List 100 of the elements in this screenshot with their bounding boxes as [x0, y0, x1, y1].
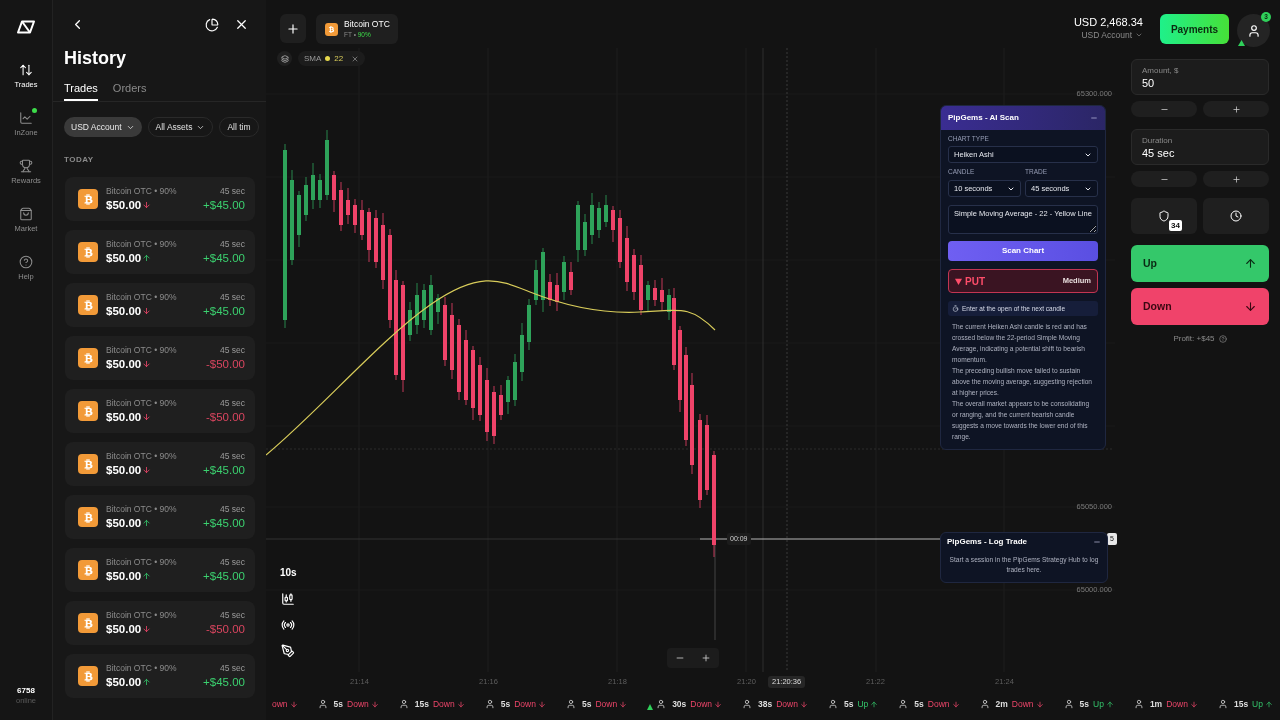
up-down-arrows-icon [19, 63, 33, 77]
trade-card[interactable]: Bitcoin OTC • 90% $50.00 45 sec +$45.00 [65, 442, 255, 486]
amount-field[interactable]: Amount, $ 50 [1131, 59, 1269, 95]
trade-duration: 5s [1079, 697, 1089, 711]
trade-duration: 5s [843, 697, 854, 711]
trade-duration: 45 sec [219, 239, 245, 250]
trade-amount: $50.00 [106, 304, 142, 318]
trade-result: -$50.00 [206, 622, 245, 636]
trade-result: +$45.00 [203, 304, 245, 318]
statistics-button[interactable] [205, 17, 219, 32]
trade-direction: Down [595, 697, 618, 711]
trade-duration: 2m [995, 697, 1008, 711]
protection-button[interactable]: 34 [1131, 198, 1197, 234]
trade-result: +$45.00 [203, 198, 245, 212]
trade-duration: 1m [1149, 697, 1163, 711]
trade-result: +$45.00 [203, 516, 245, 530]
user-icon [1246, 23, 1261, 38]
close-button[interactable] [234, 17, 249, 32]
trade-direction: Down [347, 697, 369, 711]
trade-direction: Up [857, 697, 869, 711]
tab[interactable]: Trades [64, 81, 98, 101]
trade-card[interactable]: Bitcoin OTC • 90% $50.00 45 sec +$45.00 [65, 283, 255, 327]
trade-asset: Bitcoin OTC • 90% [106, 610, 177, 621]
trade-duration: 5s [333, 697, 344, 711]
trade-duration: 45 sec [219, 292, 245, 303]
trade-amount: $50.00 [106, 357, 142, 371]
trade-duration: 45 sec [219, 398, 245, 409]
trade-asset: Bitcoin OTC • 90% [106, 292, 177, 303]
chevron-down-icon [1135, 31, 1143, 39]
filter-chip[interactable]: All Assets [147, 117, 214, 137]
trade-duration: 45 sec [219, 186, 245, 197]
up-button[interactable]: Up [1131, 245, 1269, 282]
trade-card[interactable]: Bitcoin OTC • 90% $50.00 45 sec -$50.00 [65, 336, 255, 380]
trade-result: -$50.00 [206, 410, 245, 424]
trade-direction: Up [1252, 697, 1263, 711]
add-chart-button[interactable] [280, 14, 306, 43]
trade-direction: Down [690, 697, 713, 711]
trade-asset: Bitcoin OTC • 90% [106, 663, 177, 674]
bitcoin-icon [78, 348, 98, 368]
field-label: Duration [1142, 134, 1174, 146]
duration-field[interactable]: Duration 45 sec [1131, 129, 1269, 165]
timer-button[interactable] [1203, 198, 1269, 234]
arrow-down-icon [370, 699, 379, 709]
trade-card[interactable]: Bitcoin OTC • 90% $50.00 45 sec +$45.00 [65, 548, 255, 592]
trade-duration: 30s [672, 697, 687, 711]
user-icon [979, 699, 990, 709]
bitcoin-icon [325, 22, 338, 36]
field-label: Amount, $ [1142, 64, 1180, 76]
trade-duration: 45 sec [219, 504, 245, 515]
filter-chip[interactable]: All tim [219, 117, 259, 137]
triangle-icon [1238, 40, 1245, 46]
trade-direction: Down [433, 697, 455, 711]
trade-result: +$45.00 [203, 251, 245, 265]
trade-amount: $50.00 [106, 675, 142, 689]
trade-card[interactable]: Bitcoin OTC • 90% $50.00 45 sec +$45.00 [65, 177, 255, 221]
logo-icon [16, 20, 36, 34]
payments-button[interactable]: Payments [1160, 14, 1229, 44]
arrow-down-icon [537, 699, 546, 709]
arrow-up-icon [1105, 699, 1114, 709]
trade-duration: 5s [500, 697, 511, 711]
pie-chart-icon [205, 17, 219, 32]
trade-asset: Bitcoin OTC • 90% [106, 186, 177, 197]
bitcoin-icon [78, 454, 98, 474]
trade-amount: $50.00 [106, 463, 142, 477]
plus-icon [286, 21, 300, 36]
arrow-down-icon [619, 699, 628, 709]
arrow-down-icon [1189, 699, 1198, 709]
account-balance: USD 2,468.34 [1073, 16, 1143, 29]
tab[interactable]: Orders [112, 81, 147, 101]
trade-result: +$45.00 [203, 463, 245, 477]
trade-card[interactable]: Bitcoin OTC • 90% $50.00 45 sec -$50.00 [65, 389, 255, 433]
trade-direction: Down [1166, 697, 1188, 711]
arrow-down-icon [799, 699, 808, 709]
trade-card[interactable]: Bitcoin OTC • 90% $50.00 45 sec +$45.00 [65, 654, 255, 698]
bitcoin-icon [78, 560, 98, 580]
profile-button[interactable] [1237, 14, 1270, 47]
trade-card[interactable]: Bitcoin OTC • 90% $50.00 45 sec +$45.00 [65, 230, 255, 274]
plus-icon [1231, 174, 1241, 184]
trade-result: -$50.00 [206, 357, 245, 371]
account-switcher[interactable]: USD Account [1081, 29, 1143, 41]
user-icon [742, 699, 753, 709]
field-value: 45 sec [1142, 145, 1176, 160]
trade-amount: $50.00 [106, 516, 142, 530]
profit-text: Profit: +$45 [1173, 333, 1215, 345]
clock-icon [1230, 210, 1242, 222]
trade-card[interactable]: Bitcoin OTC • 90% $50.00 45 sec +$45.00 [65, 495, 255, 539]
arrow-down-icon [1244, 300, 1257, 313]
trade-duration: 45 sec [219, 345, 245, 356]
trade-duration: 45 sec [219, 663, 245, 674]
arrow-down-icon [456, 699, 465, 709]
filter-chip[interactable]: USD Account [64, 117, 142, 137]
trade-asset: Bitcoin OTC • 90% [106, 345, 177, 356]
trade-card[interactable]: Bitcoin OTC • 90% $50.00 45 sec -$50.00 [65, 601, 255, 645]
arrow-down-icon [714, 699, 723, 709]
trade-result: +$45.00 [203, 675, 245, 689]
bitcoin-icon [78, 242, 98, 262]
trade-duration: 15s [1233, 697, 1249, 711]
down-button[interactable]: Down [1131, 288, 1269, 325]
user-icon [827, 699, 838, 709]
trade-direction: Down [514, 697, 536, 711]
